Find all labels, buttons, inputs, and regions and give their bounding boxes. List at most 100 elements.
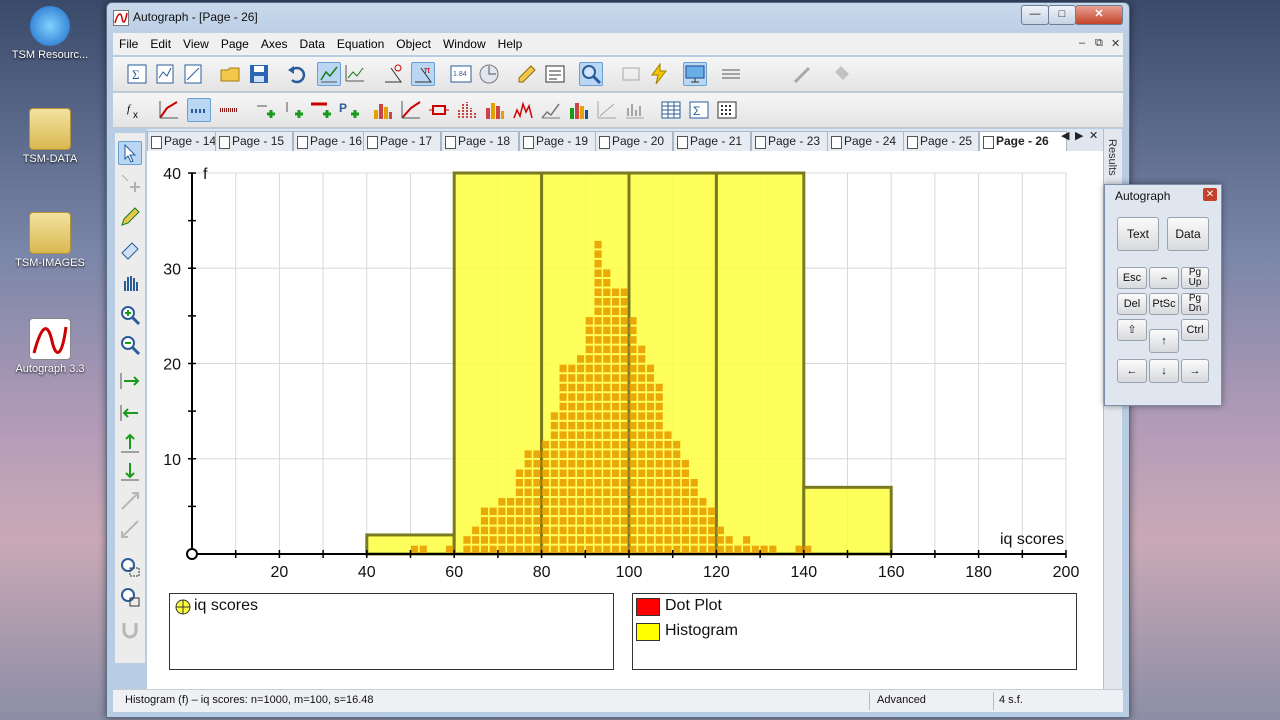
keypad-pgdn-button[interactable]: Pg Dn	[1181, 293, 1209, 315]
keypad-data-button[interactable]: Data	[1167, 217, 1209, 251]
tab-page-24[interactable]: Page - 24	[827, 131, 905, 151]
pie-chart-icon[interactable]	[539, 98, 563, 122]
scatter-graph-icon[interactable]	[595, 98, 619, 122]
whiteboard-mode-icon[interactable]	[683, 62, 707, 86]
keypad-left-arrow-button[interactable]: ←	[1117, 359, 1147, 383]
desktop-icon-tsm-data[interactable]: TSM-DATA	[10, 108, 90, 166]
hand-pan-icon[interactable]	[118, 271, 142, 295]
keypad-text-button[interactable]: Text	[1117, 217, 1159, 251]
keypad-right-arrow-button[interactable]: →	[1181, 359, 1209, 383]
new-1d-graph-icon[interactable]	[153, 62, 177, 86]
save-icon[interactable]	[247, 62, 271, 86]
statistics-sigma-icon[interactable]: Σ	[687, 98, 711, 122]
maximize-button[interactable]: □	[1048, 5, 1076, 25]
eraser-icon[interactable]	[118, 237, 142, 261]
tab-page-25[interactable]: Page - 25	[903, 131, 979, 151]
tab-next-button[interactable]: ▶	[1075, 129, 1083, 142]
tab-page-18[interactable]: Page - 18	[441, 131, 519, 151]
histogram-chart[interactable]: 20 40 60 80 100 120 140 160 180 200 10 20 30 40 f iq sc…	[147, 151, 1103, 591]
x-squash-icon[interactable]	[118, 401, 142, 425]
text-box-icon[interactable]	[543, 62, 567, 86]
tab-page-14[interactable]: Page - 14	[147, 131, 225, 151]
menu-equation[interactable]: Equation	[331, 33, 390, 55]
menu-view[interactable]: View	[177, 33, 215, 55]
keypad-esc-button[interactable]: Esc	[1117, 267, 1147, 289]
histogram-bar[interactable]	[627, 171, 718, 556]
line-style-icon[interactable]	[719, 62, 743, 86]
box-plot-icon[interactable]	[427, 98, 451, 122]
y-stretch-icon[interactable]	[118, 431, 142, 455]
raw-data-icon[interactable]	[217, 98, 241, 122]
x-stretch-icon[interactable]	[118, 369, 142, 393]
stem-leaf-icon[interactable]	[455, 98, 479, 122]
tab-close-button[interactable]: ✕	[1089, 129, 1098, 142]
menu-help[interactable]: Help	[492, 33, 529, 55]
menu-file[interactable]: File	[113, 33, 144, 55]
histogram-bar[interactable]	[540, 171, 631, 556]
mdi-close-button[interactable]: ✕	[1111, 37, 1120, 50]
histogram-bar[interactable]	[714, 171, 806, 556]
keypad-shift-button[interactable]: ⇧	[1117, 319, 1147, 341]
close-button[interactable]: ✕	[1075, 5, 1123, 25]
animation-controller-icon[interactable]	[619, 62, 643, 86]
zoom-in-icon[interactable]	[118, 303, 142, 327]
regression-icon[interactable]	[623, 98, 647, 122]
keypad-ptsc-button[interactable]: PtSc	[1149, 293, 1179, 315]
tab-page-17[interactable]: Page - 17	[363, 131, 441, 151]
zoom-icon[interactable]	[579, 62, 603, 86]
zoom-box-icon[interactable]	[118, 555, 142, 579]
menu-page[interactable]: Page	[215, 33, 255, 55]
scale-up-icon[interactable]	[118, 489, 142, 513]
keypad-ctrl-button[interactable]: Ctrl	[1181, 319, 1209, 341]
slow-plot-icon[interactable]	[317, 62, 341, 86]
y-squash-icon[interactable]	[118, 459, 142, 483]
scale-down-icon[interactable]	[118, 517, 142, 541]
select-arrow-icon[interactable]	[118, 141, 142, 165]
undo-icon[interactable]	[285, 62, 309, 86]
pen-color-icon[interactable]	[791, 62, 815, 86]
keypad-close-button[interactable]: ✕	[1203, 188, 1217, 201]
tab-prev-button[interactable]: ◀	[1061, 129, 1069, 142]
angle-radians-icon[interactable]: π	[411, 62, 435, 86]
mdi-minimize-button[interactable]: –	[1079, 37, 1085, 49]
keypad-hat-button[interactable]: ⌢	[1149, 267, 1179, 289]
tab-page-19[interactable]: Page - 19	[519, 131, 597, 151]
add-xy-data-icon[interactable]	[309, 98, 333, 122]
data-grid-icon[interactable]	[715, 98, 739, 122]
magnet-icon[interactable]	[118, 619, 142, 643]
angle-degrees-icon[interactable]	[381, 62, 405, 86]
keypad-up-arrow-button[interactable]: ↑	[1149, 329, 1179, 353]
table-icon[interactable]	[659, 98, 683, 122]
graph-canvas[interactable]: 20 40 60 80 100 120 140 160 180 200 10 20 30 40 f iq sc…	[147, 151, 1103, 689]
cumulative-line-icon[interactable]	[399, 98, 423, 122]
desktop-icon-autograph[interactable]: Autograph 3.3	[10, 318, 90, 376]
menu-object[interactable]: Object	[390, 33, 437, 55]
zoom-fit-icon[interactable]	[118, 585, 142, 609]
pencil-icon[interactable]	[118, 205, 142, 229]
tab-page-26[interactable]: Page - 26	[979, 131, 1067, 151]
calculator-icon[interactable]: 1.84	[449, 62, 473, 86]
frequency-polygon-icon[interactable]	[511, 98, 535, 122]
menu-window[interactable]: Window	[437, 33, 492, 55]
histogram-bar[interactable]	[802, 485, 893, 556]
edit-object-icon[interactable]	[515, 62, 539, 86]
histogram-tool-icon[interactable]	[483, 98, 507, 122]
bar-chart-icon[interactable]	[371, 98, 395, 122]
lightning-icon[interactable]	[647, 62, 671, 86]
desktop-icon-tsm-resources[interactable]: TSM Resourc...	[10, 6, 90, 62]
object-legend-box[interactable]: Dot Plot Histogram	[632, 593, 1077, 670]
tab-page-15[interactable]: Page - 15	[215, 131, 293, 151]
add-point-icon[interactable]	[253, 98, 277, 122]
dot-plot-icon[interactable]	[187, 98, 211, 122]
keypad-down-arrow-button[interactable]: ↓	[1149, 359, 1179, 383]
histogram-bar[interactable]	[452, 171, 544, 556]
fill-color-icon[interactable]	[829, 62, 853, 86]
menu-data[interactable]: Data	[294, 33, 331, 55]
mdi-restore-button[interactable]: ⧉	[1095, 37, 1103, 50]
zoom-out-icon[interactable]	[118, 333, 142, 357]
tab-page-16[interactable]: Page - 16	[293, 131, 371, 151]
column-chart-icon[interactable]	[567, 98, 591, 122]
function-entry-icon[interactable]: fx	[125, 98, 149, 122]
keypad-pgup-button[interactable]: Pg Up	[1181, 267, 1209, 289]
status-precision[interactable]: 4 s.f.	[999, 694, 1023, 706]
